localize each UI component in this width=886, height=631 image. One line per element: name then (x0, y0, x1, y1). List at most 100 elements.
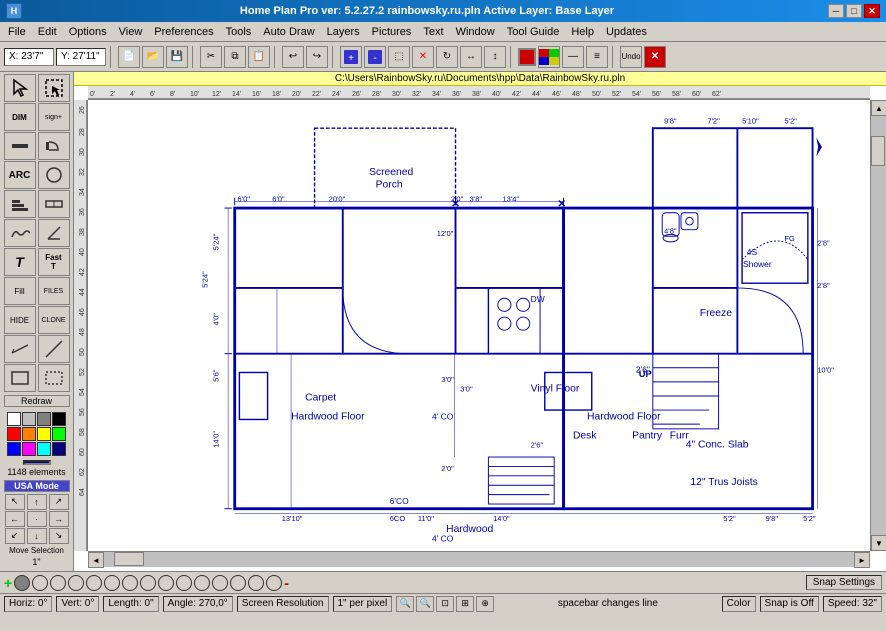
menu-help[interactable]: Help (565, 24, 600, 40)
open-button[interactable]: 📂 (142, 46, 164, 68)
color-swatch[interactable] (22, 442, 36, 456)
angle-tool[interactable] (38, 219, 70, 247)
page-7[interactable] (122, 575, 138, 591)
scroll-track[interactable] (871, 116, 886, 535)
scroll-left[interactable]: ◄ (88, 552, 104, 568)
move-down[interactable]: ↓ (27, 528, 47, 544)
paste-button[interactable]: 📋 (248, 46, 270, 68)
stair-tool[interactable] (4, 190, 36, 218)
wave-tool[interactable] (4, 219, 36, 247)
page-10[interactable] (176, 575, 192, 591)
menu-autodraw[interactable]: Auto Draw (257, 24, 320, 40)
page-1[interactable] (14, 575, 30, 591)
minimize-button[interactable]: ─ (828, 4, 844, 18)
zoom-out-button[interactable]: - (364, 46, 386, 68)
scroll-right[interactable]: ► (854, 552, 870, 568)
circle-tool[interactable] (38, 161, 70, 189)
menu-pictures[interactable]: Pictures (366, 24, 418, 40)
flip-v-button[interactable]: ↕ (484, 46, 506, 68)
line-style[interactable]: — (562, 46, 584, 68)
move-down-right[interactable]: ↘ (49, 528, 69, 544)
save-button[interactable]: 💾 (166, 46, 188, 68)
poly-tool[interactable] (38, 364, 70, 392)
scroll-down[interactable]: ▼ (871, 535, 886, 551)
canvas-area[interactable]: C:\Users\RainbowSky.ru\Documents\hpp\Dat… (74, 72, 886, 571)
line-width[interactable]: ≡ (586, 46, 608, 68)
stop-button[interactable]: ✕ (644, 46, 666, 68)
undo-button[interactable]: ↩ (282, 46, 304, 68)
page-4[interactable] (68, 575, 84, 591)
page-5[interactable] (86, 575, 102, 591)
page-8[interactable] (140, 575, 156, 591)
color-swatch[interactable] (22, 412, 36, 426)
color-swatch[interactable] (7, 412, 21, 426)
new-button[interactable]: 📄 (118, 46, 140, 68)
menu-text[interactable]: Text (417, 24, 449, 40)
page-13[interactable] (230, 575, 246, 591)
page-6[interactable] (104, 575, 120, 591)
cut-button[interactable]: ✂ (200, 46, 222, 68)
color-swatch[interactable] (7, 442, 21, 456)
drawing-canvas[interactable]: Screened Porch Hardwood Floor Hardwood H… (88, 100, 870, 551)
text-fast[interactable]: FastT (38, 248, 70, 276)
corner-tool[interactable] (38, 335, 70, 363)
page-9[interactable] (158, 575, 174, 591)
page-11[interactable] (194, 575, 210, 591)
move-right[interactable]: → (49, 511, 69, 527)
page-12[interactable] (212, 575, 228, 591)
fit-page[interactable]: ⊡ (436, 596, 454, 612)
select-tool[interactable] (4, 74, 36, 102)
maximize-button[interactable]: □ (846, 4, 862, 18)
add-page-button[interactable]: + (4, 575, 12, 591)
copy-button[interactable]: ⧉ (224, 46, 246, 68)
arc-tool[interactable]: ARC (4, 161, 36, 189)
right-scrollbar[interactable]: ▲ ▼ (870, 100, 886, 551)
usa-mode[interactable]: USA Mode (4, 480, 70, 492)
move-up-right[interactable]: ↗ (49, 494, 69, 510)
menu-toolguide[interactable]: Tool Guide (501, 24, 566, 40)
color-palette[interactable] (538, 46, 560, 68)
menu-file[interactable]: File (2, 24, 32, 40)
scroll-up[interactable]: ▲ (871, 100, 886, 116)
redo-button[interactable]: ↪ (306, 46, 328, 68)
move-down-left[interactable]: ↙ (5, 528, 25, 544)
menu-edit[interactable]: Edit (32, 24, 63, 40)
measure-tool[interactable] (4, 335, 36, 363)
page-15[interactable] (266, 575, 282, 591)
select-area-tool[interactable] (38, 74, 70, 102)
flip-h-button[interactable]: ↔ (460, 46, 482, 68)
menu-window[interactable]: Window (450, 24, 501, 40)
color-swatch[interactable] (52, 412, 66, 426)
move-center[interactable]: · (27, 511, 47, 527)
select-button[interactable]: ⬚ (388, 46, 410, 68)
rect-tool[interactable] (4, 364, 36, 392)
color-swatch[interactable] (52, 442, 66, 456)
sign-tool[interactable]: sign+ (38, 103, 70, 131)
page-3[interactable] (50, 575, 66, 591)
page-14[interactable] (248, 575, 264, 591)
color-swatch[interactable] (7, 427, 21, 441)
delete-button[interactable]: ✕ (412, 46, 434, 68)
door-tool[interactable] (38, 132, 70, 160)
snap-settings-button[interactable]: Snap Settings (806, 575, 882, 590)
snap-btn[interactable]: ⊕ (476, 596, 494, 612)
bottom-scrollbar[interactable]: ◄ ► (88, 551, 870, 567)
fill-tool[interactable]: Fill (4, 277, 36, 305)
files-tool[interactable]: FILES (38, 277, 70, 305)
scroll-thumb[interactable] (871, 136, 885, 166)
dim-tool[interactable]: DIM (4, 103, 36, 131)
menu-preferences[interactable]: Preferences (148, 24, 219, 40)
redraw-button[interactable]: Redraw (4, 395, 70, 407)
color-swatch[interactable] (37, 442, 51, 456)
menu-layers[interactable]: Layers (321, 24, 366, 40)
move-left[interactable]: ← (5, 511, 25, 527)
color-swatch[interactable] (37, 412, 51, 426)
current-color[interactable] (23, 460, 51, 465)
menu-options[interactable]: Options (63, 24, 113, 40)
move-up-left[interactable]: ↖ (5, 494, 25, 510)
color-btn[interactable]: Color (722, 596, 756, 612)
color-red[interactable] (518, 48, 536, 66)
menu-updates[interactable]: Updates (600, 24, 653, 40)
move-up[interactable]: ↑ (27, 494, 47, 510)
menu-view[interactable]: View (113, 24, 149, 40)
